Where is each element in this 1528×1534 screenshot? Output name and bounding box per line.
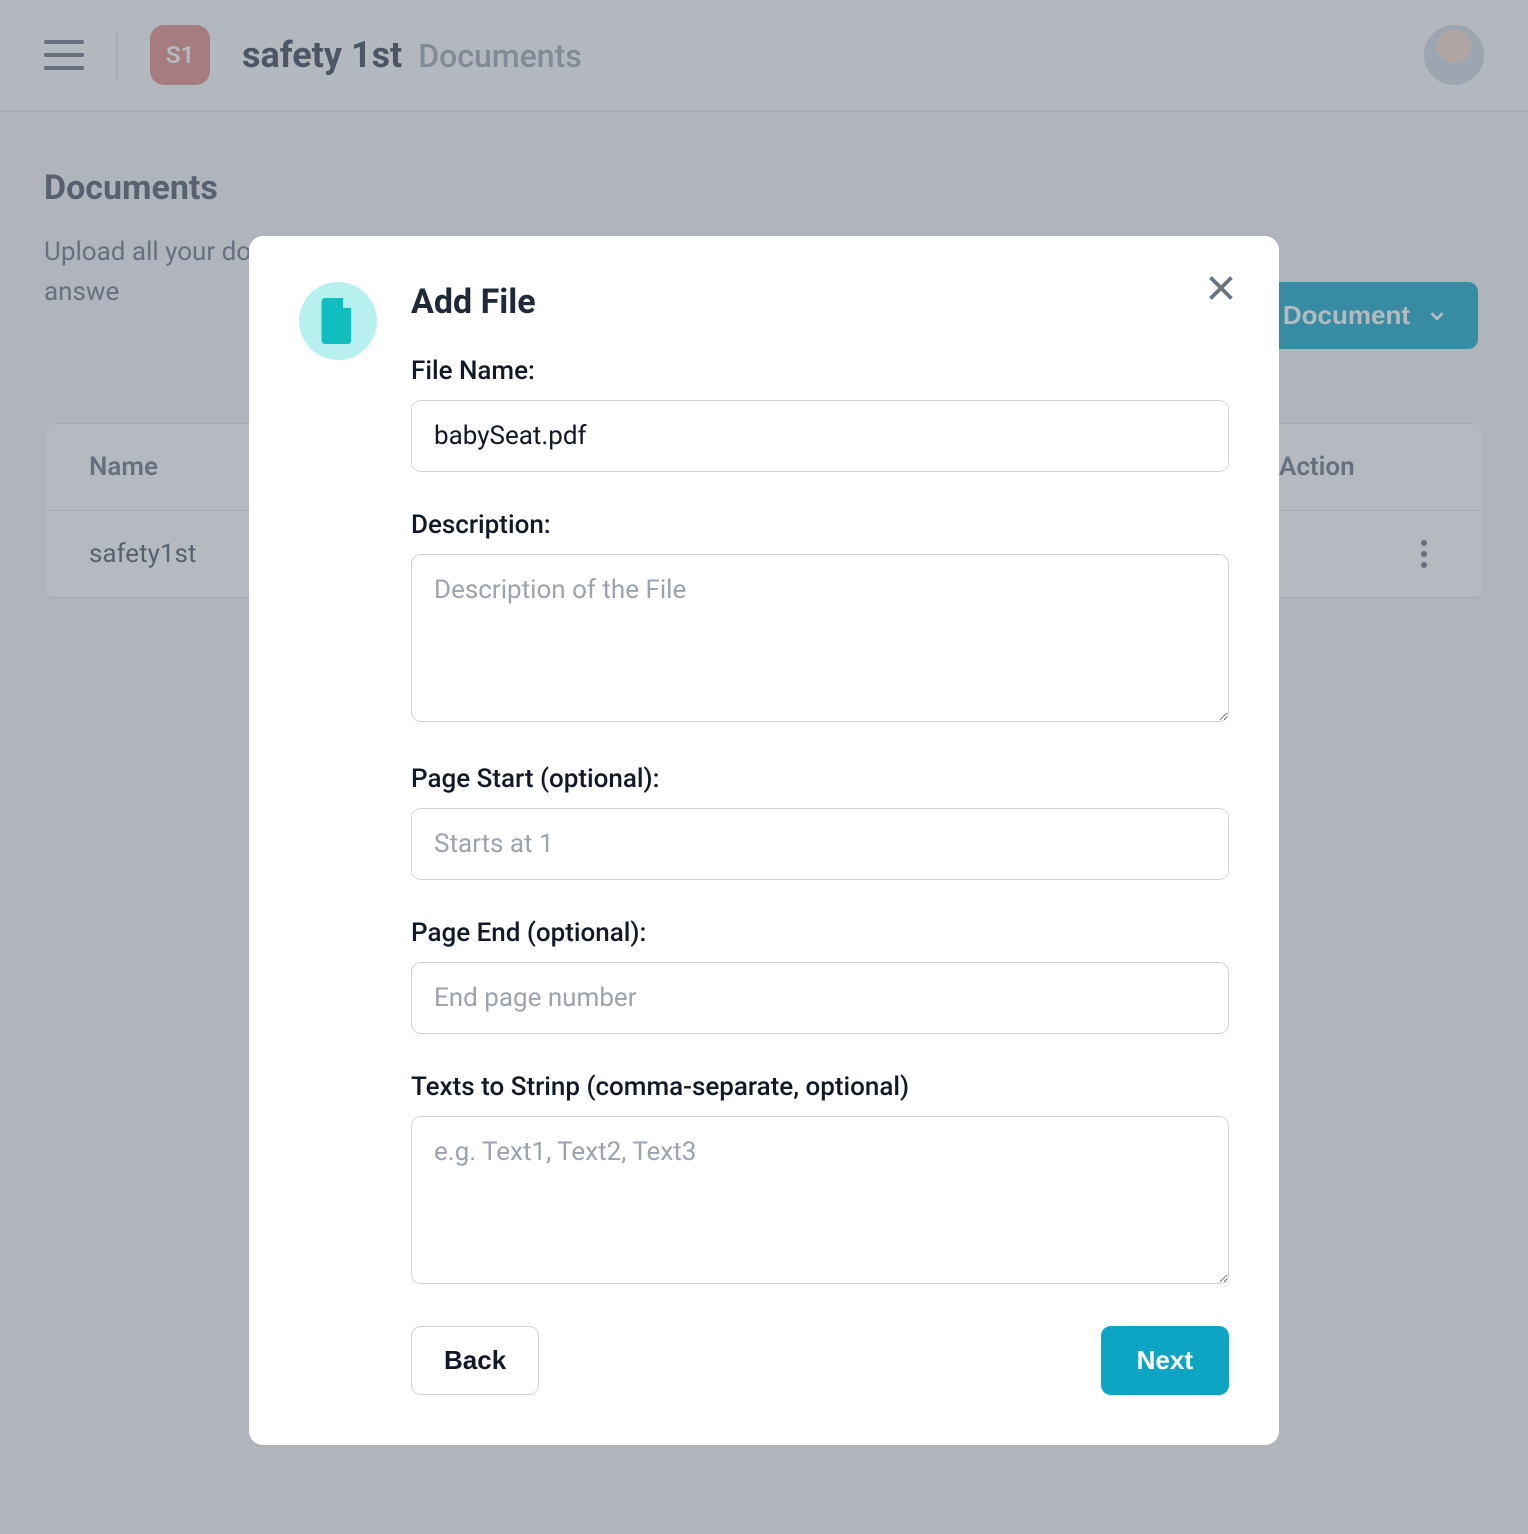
description-input[interactable]: [411, 554, 1229, 722]
modal-overlay[interactable]: Add File File Name: Description: Page St…: [0, 0, 1528, 1534]
file-name-label: File Name:: [411, 356, 1229, 386]
file-name-input[interactable]: [411, 400, 1229, 472]
page-end-label: Page End (optional):: [411, 918, 1229, 948]
page-start-input[interactable]: [411, 808, 1229, 880]
add-file-modal: Add File File Name: Description: Page St…: [249, 236, 1279, 1445]
back-button[interactable]: Back: [411, 1326, 539, 1395]
texts-strip-input[interactable]: [411, 1116, 1229, 1284]
description-label: Description:: [411, 510, 1229, 540]
page-start-label: Page Start (optional):: [411, 764, 1229, 794]
modal-title: Add File: [411, 282, 1229, 322]
file-icon: [299, 282, 377, 360]
close-icon[interactable]: [1203, 270, 1239, 306]
page-end-input[interactable]: [411, 962, 1229, 1034]
texts-strip-label: Texts to Strinp (comma-separate, optiona…: [411, 1072, 1229, 1102]
next-button[interactable]: Next: [1101, 1326, 1229, 1395]
